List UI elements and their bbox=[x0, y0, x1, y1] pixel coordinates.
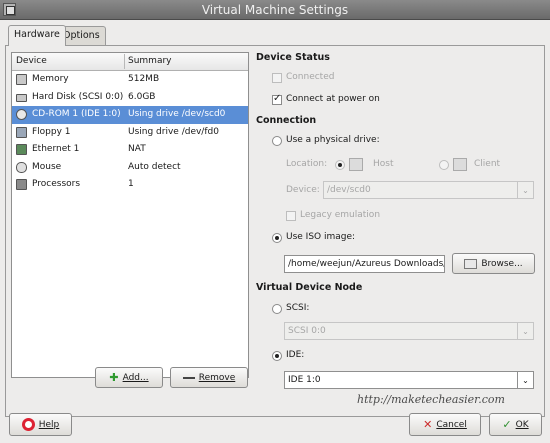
hard-disk-icon bbox=[16, 93, 27, 102]
device-list[interactable]: Device Summary Memory 512MB Hard Disk (S… bbox=[11, 52, 249, 378]
cdrom-icon bbox=[16, 109, 27, 120]
ide-combo[interactable]: IDE 1:0 ⌄ bbox=[284, 371, 534, 389]
mouse-icon bbox=[16, 161, 27, 173]
tab-hardware[interactable]: Hardware bbox=[8, 25, 66, 46]
virtual-device-node-heading: Virtual Device Node bbox=[256, 282, 363, 293]
device-status-heading: Device Status bbox=[256, 52, 330, 63]
host-label: Host bbox=[373, 159, 394, 169]
iso-image-radio[interactable] bbox=[272, 233, 282, 243]
device-row-hard-disk[interactable]: Hard Disk (SCSI 0:0) 6.0GB bbox=[12, 89, 248, 107]
device-name: CD-ROM 1 (IDE 1:0) bbox=[32, 109, 121, 119]
device-summary: NAT bbox=[128, 144, 146, 154]
device-summary: Using drive /dev/fd0 bbox=[128, 126, 219, 137]
device-list-header: Device Summary bbox=[12, 53, 248, 71]
device-row-mouse[interactable]: Mouse Auto detect bbox=[12, 159, 248, 177]
scsi-label: SCSI: bbox=[286, 303, 310, 313]
checkmark-icon: ✓ bbox=[502, 418, 512, 431]
scsi-combo[interactable]: SCSI 0:0 ⌄ bbox=[284, 322, 534, 340]
client-icon bbox=[453, 158, 467, 171]
client-radio[interactable] bbox=[439, 160, 449, 170]
connection-heading: Connection bbox=[256, 115, 317, 126]
title-bar: Virtual Machine Settings bbox=[0, 0, 550, 20]
device-row-processors[interactable]: Processors 1 bbox=[12, 176, 248, 194]
device-row-floppy[interactable]: Floppy 1 Using drive /dev/fd0 bbox=[12, 124, 248, 142]
device-summary: 512MB bbox=[128, 74, 160, 84]
processor-icon bbox=[16, 179, 27, 190]
chevron-down-icon: ⌄ bbox=[517, 182, 533, 198]
device-name: Ethernet 1 bbox=[32, 144, 80, 154]
watermark: http://maketecheasier.com bbox=[357, 393, 505, 406]
device-summary: Using drive /dev/scd0 bbox=[128, 109, 226, 119]
device-row-memory[interactable]: Memory 512MB bbox=[12, 71, 248, 89]
iso-path-input[interactable]: /home/weejun/Azureus Downloads/ bbox=[284, 255, 445, 273]
floppy-icon bbox=[16, 126, 27, 138]
legacy-emulation-checkbox[interactable] bbox=[286, 211, 296, 221]
device-summary: 6.0GB bbox=[128, 91, 156, 102]
remove-button[interactable]: Remove bbox=[170, 367, 248, 388]
column-header-summary[interactable]: Summary bbox=[128, 56, 172, 66]
host-radio[interactable] bbox=[335, 160, 345, 170]
device-name: Mouse bbox=[32, 161, 62, 172]
cancel-button[interactable]: ✕ Cancel bbox=[409, 413, 481, 436]
client-label: Client bbox=[474, 159, 501, 169]
device-summary: 1 bbox=[128, 179, 134, 189]
iso-image-label: Use ISO image: bbox=[286, 232, 356, 242]
location-label: Location: bbox=[286, 159, 328, 169]
device-combo[interactable]: /dev/scd0 ⌄ bbox=[323, 181, 534, 199]
add-icon: ✚ bbox=[109, 371, 119, 384]
chevron-down-icon: ⌄ bbox=[517, 323, 533, 339]
physical-drive-label: Use a physical drive: bbox=[286, 135, 380, 145]
scsi-radio[interactable] bbox=[272, 304, 282, 314]
help-icon bbox=[21, 418, 35, 431]
add-button[interactable]: ✚ Add... bbox=[95, 367, 163, 388]
device-label: Device: bbox=[286, 185, 320, 195]
window-title: Virtual Machine Settings bbox=[201, 3, 349, 17]
memory-icon bbox=[16, 74, 27, 85]
connect-at-power-on-checkbox[interactable] bbox=[272, 93, 282, 105]
device-summary: Auto detect bbox=[128, 161, 181, 172]
close-icon: ✕ bbox=[423, 418, 433, 431]
host-icon bbox=[349, 158, 363, 171]
legacy-emulation-label: Legacy emulation bbox=[300, 210, 381, 220]
device-row-cdrom[interactable]: CD-ROM 1 (IDE 1:0) Using drive /dev/scd0 bbox=[12, 106, 248, 124]
ide-radio[interactable] bbox=[272, 351, 282, 361]
column-header-device[interactable]: Device bbox=[16, 56, 47, 66]
device-name: Hard Disk (SCSI 0:0) bbox=[32, 91, 124, 102]
connected-label: Connected bbox=[286, 72, 335, 82]
connect-at-power-on-label: Connect at power on bbox=[286, 94, 380, 104]
connected-checkbox[interactable] bbox=[272, 73, 282, 83]
chevron-down-icon: ⌄ bbox=[517, 372, 533, 388]
physical-drive-radio[interactable] bbox=[272, 136, 282, 146]
browse-button[interactable]: Browse... bbox=[452, 253, 535, 274]
dialog-window: Hardware Options Device Summary Memory 5… bbox=[0, 20, 550, 443]
folder-icon bbox=[464, 258, 478, 269]
ethernet-icon bbox=[16, 144, 27, 155]
device-name: Processors bbox=[32, 179, 81, 189]
device-name: Floppy 1 bbox=[32, 126, 71, 137]
device-name: Memory bbox=[32, 74, 69, 84]
remove-icon bbox=[182, 376, 195, 379]
device-row-ethernet[interactable]: Ethernet 1 NAT bbox=[12, 141, 248, 159]
help-button[interactable]: Help bbox=[9, 413, 72, 436]
ide-label: IDE: bbox=[286, 350, 305, 360]
ok-button[interactable]: ✓ OK bbox=[489, 413, 542, 436]
